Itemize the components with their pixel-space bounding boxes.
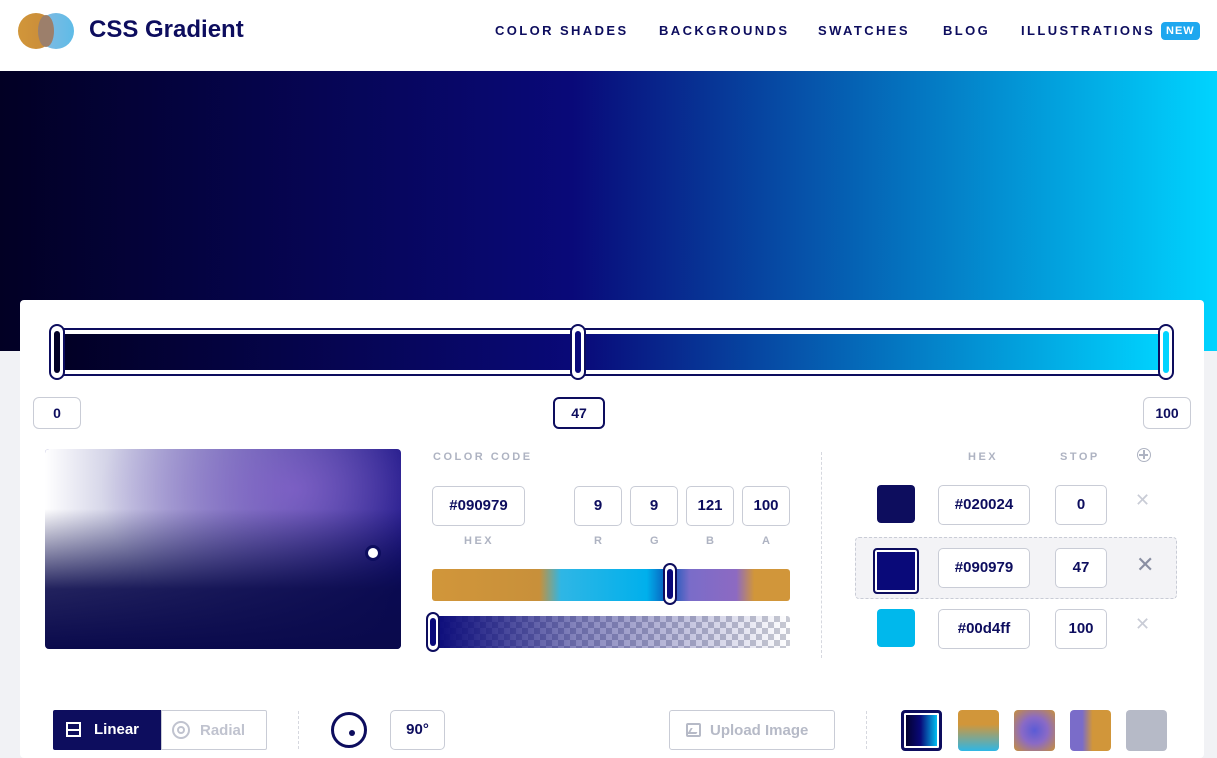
- hex-column-header: HEX: [968, 451, 999, 463]
- color-code-label: COLOR CODE: [433, 451, 533, 463]
- stop-hex-input-0[interactable]: #020024: [938, 485, 1030, 525]
- upload-label: Upload Image: [710, 722, 809, 739]
- stop-handle-0[interactable]: [49, 324, 65, 380]
- upload-image-button[interactable]: Upload Image: [669, 710, 835, 750]
- angle-input[interactable]: 90°: [390, 710, 445, 750]
- a-input[interactable]: 100: [742, 486, 790, 526]
- r-input[interactable]: 9: [574, 486, 622, 526]
- stop-row-1: #090979 47 ✕: [855, 537, 1177, 599]
- preset-dark-blue-cyan[interactable]: [901, 710, 942, 751]
- preset-orange-cyan[interactable]: [958, 710, 999, 751]
- radial-icon: [172, 721, 190, 739]
- new-badge: NEW: [1161, 22, 1200, 40]
- stop-swatch-0[interactable]: [877, 485, 915, 523]
- stop-row-2: #00d4ff 100 ✕: [855, 598, 1177, 660]
- stop-handle-47[interactable]: [570, 324, 586, 380]
- gradient-stop-bar[interactable]: [50, 328, 1174, 376]
- radial-button[interactable]: Radial: [161, 710, 267, 750]
- divider: [821, 452, 822, 658]
- linear-icon: [66, 722, 81, 737]
- stop-position-0[interactable]: 0: [33, 397, 81, 429]
- plus-circle-icon[interactable]: [1137, 448, 1151, 462]
- nav-backgrounds[interactable]: BACKGROUNDS: [659, 23, 789, 38]
- nav-swatches[interactable]: SWATCHES: [818, 23, 910, 38]
- nav-blog[interactable]: BLOG: [943, 23, 990, 38]
- hex-input[interactable]: #090979: [432, 486, 525, 526]
- alpha-slider-handle[interactable]: [426, 612, 440, 652]
- gradient-editor-panel: 0 47 100 COLOR CODE #090979 HEX 9 9 121 …: [20, 300, 1204, 758]
- stop-swatch-1[interactable]: [873, 548, 919, 594]
- r-label: R: [594, 535, 605, 547]
- color-picker-area[interactable]: [45, 449, 401, 649]
- delete-stop-icon-2[interactable]: ✕: [1135, 614, 1150, 635]
- preset-purple-radial[interactable]: [1014, 710, 1055, 751]
- hex-label: HEX: [464, 535, 495, 547]
- stop-hex-input-1[interactable]: #090979: [938, 548, 1030, 588]
- g-label: G: [650, 535, 662, 547]
- divider: [298, 711, 299, 749]
- divider: [866, 711, 867, 749]
- linear-button[interactable]: Linear: [53, 710, 161, 750]
- brand-name[interactable]: CSS Gradient: [89, 16, 244, 44]
- stop-handle-100[interactable]: [1158, 324, 1174, 380]
- nav-illustrations[interactable]: ILLUSTRATIONS: [1021, 23, 1155, 38]
- stop-column-header: STOP: [1060, 451, 1100, 463]
- stop-hex-input-2[interactable]: #00d4ff: [938, 609, 1030, 649]
- logo-icon[interactable]: [18, 13, 76, 49]
- stop-pos-input-0[interactable]: 0: [1055, 485, 1107, 525]
- stop-position-100[interactable]: 100: [1143, 397, 1191, 429]
- preset-grey[interactable]: [1126, 710, 1167, 751]
- b-input[interactable]: 121: [686, 486, 734, 526]
- stop-pos-input-1[interactable]: 47: [1055, 548, 1107, 588]
- angle-dial[interactable]: [331, 712, 367, 748]
- stop-row-0: #020024 0 ✕: [855, 474, 1177, 536]
- picker-cursor[interactable]: [365, 545, 381, 561]
- stop-pos-input-2[interactable]: 100: [1055, 609, 1107, 649]
- b-label: B: [706, 535, 717, 547]
- preset-purple-orange[interactable]: [1070, 710, 1111, 751]
- hue-slider-handle[interactable]: [663, 563, 677, 605]
- gradient-bar-fill: [56, 334, 1168, 370]
- stop-position-47[interactable]: 47: [553, 397, 605, 429]
- g-input[interactable]: 9: [630, 486, 678, 526]
- hue-slider[interactable]: [432, 569, 790, 601]
- delete-stop-icon-1[interactable]: ✕: [1136, 552, 1154, 578]
- delete-stop-icon-0[interactable]: ✕: [1135, 490, 1150, 511]
- image-icon: [686, 723, 701, 737]
- nav-color-shades[interactable]: COLOR SHADES: [495, 23, 629, 38]
- site-header: CSS Gradient COLOR SHADES BACKGROUNDS SW…: [0, 0, 1217, 71]
- linear-label: Linear: [94, 721, 140, 738]
- radial-label: Radial: [200, 722, 246, 739]
- a-label: A: [762, 535, 773, 547]
- alpha-slider[interactable]: [432, 616, 790, 648]
- stop-swatch-2[interactable]: [877, 609, 915, 647]
